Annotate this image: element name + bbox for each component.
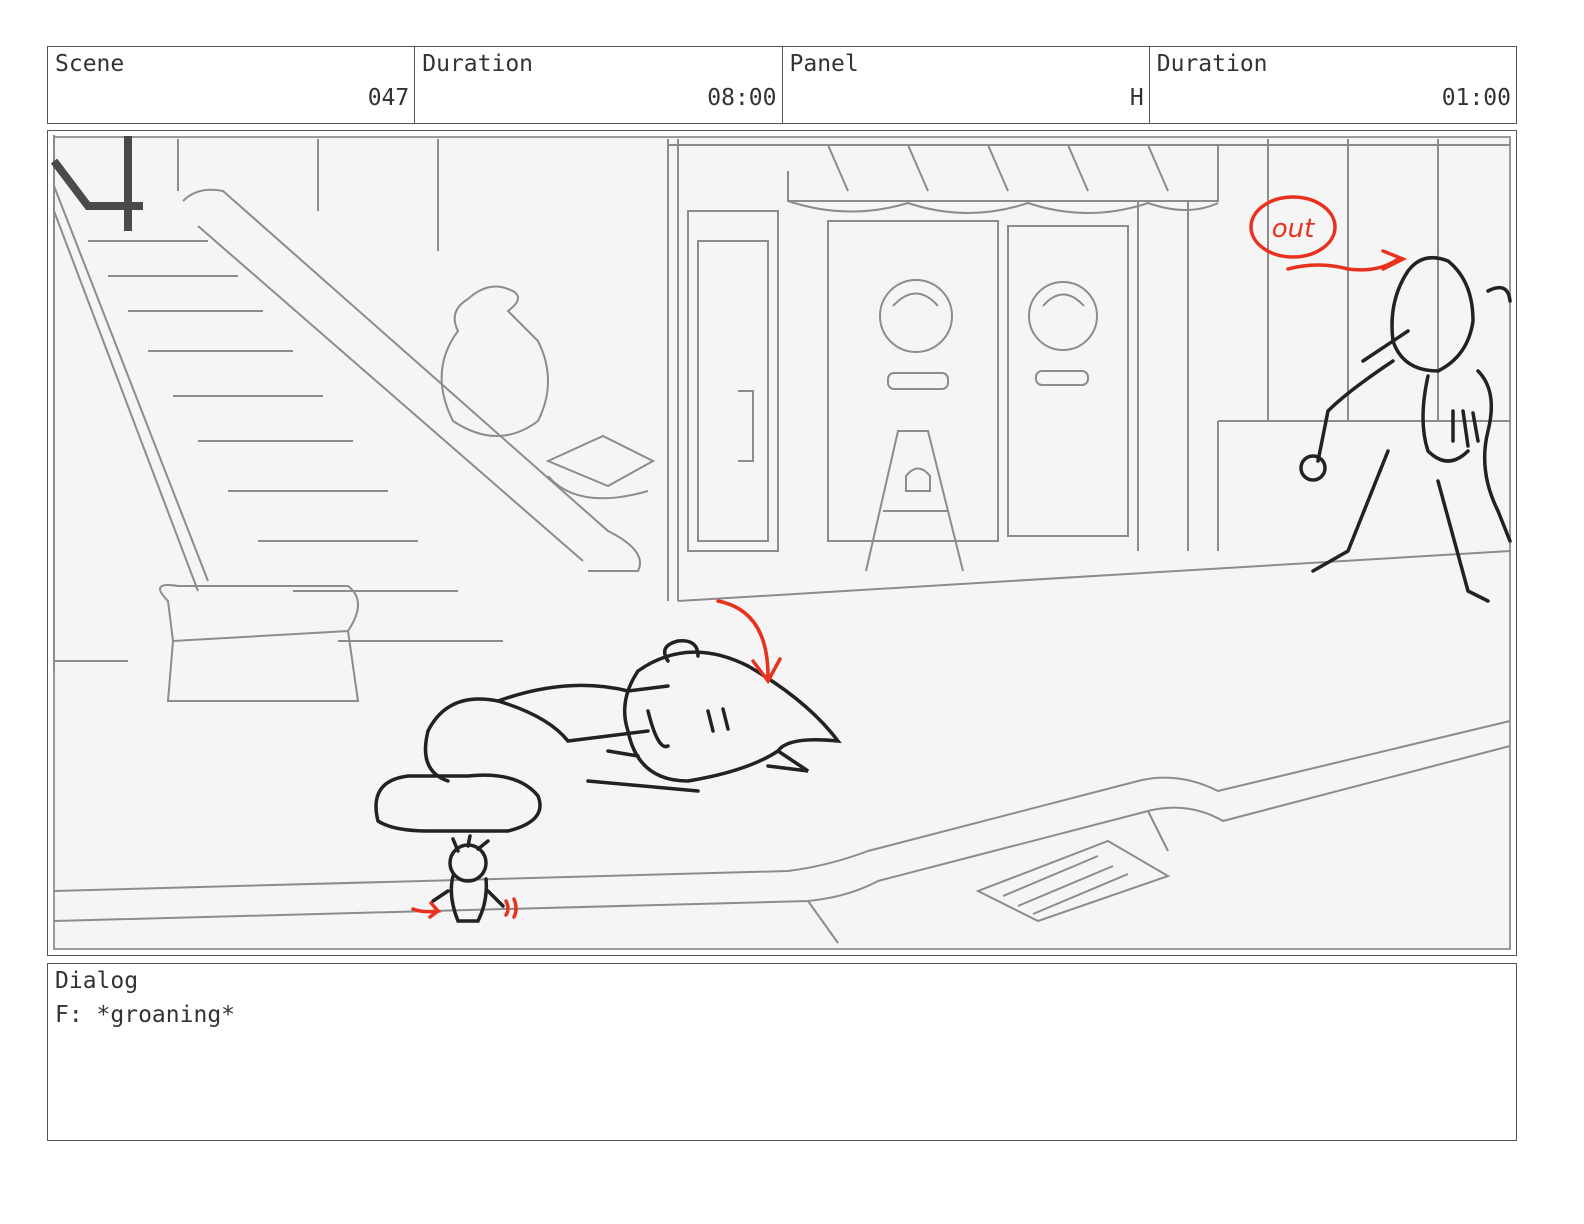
scene-cell: Scene 047: [48, 47, 416, 123]
scene-number: 047: [367, 85, 410, 111]
panel-duration-label: Duration: [1156, 51, 1268, 77]
scene-duration-label: Duration: [422, 51, 534, 77]
panel-duration-value: 01:00: [1441, 85, 1511, 111]
panel-artwork: out: [50, 135, 1512, 950]
scene-duration-cell: Duration 08:00: [415, 47, 783, 123]
artwork-frame: [53, 136, 1511, 950]
dialog-label: Dialog: [55, 968, 139, 994]
panel-letter: H: [1129, 85, 1144, 111]
panel-cell: Panel H: [783, 47, 1150, 123]
panel-label: Panel: [789, 51, 859, 77]
dialog-box: Dialog F: *groaning*: [47, 963, 1517, 1141]
dialog-text: F: *groaning*: [55, 1002, 236, 1028]
scene-duration-value: 08:00: [707, 85, 777, 111]
storyboard-header: Scene 047 Duration 08:00 Panel H Duratio…: [47, 46, 1517, 124]
storyboard-panel: out: [47, 130, 1517, 956]
scene-label: Scene: [55, 51, 125, 77]
out-annotation-text: out: [1272, 214, 1315, 244]
panel-duration-cell: Duration 01:00: [1150, 47, 1516, 123]
